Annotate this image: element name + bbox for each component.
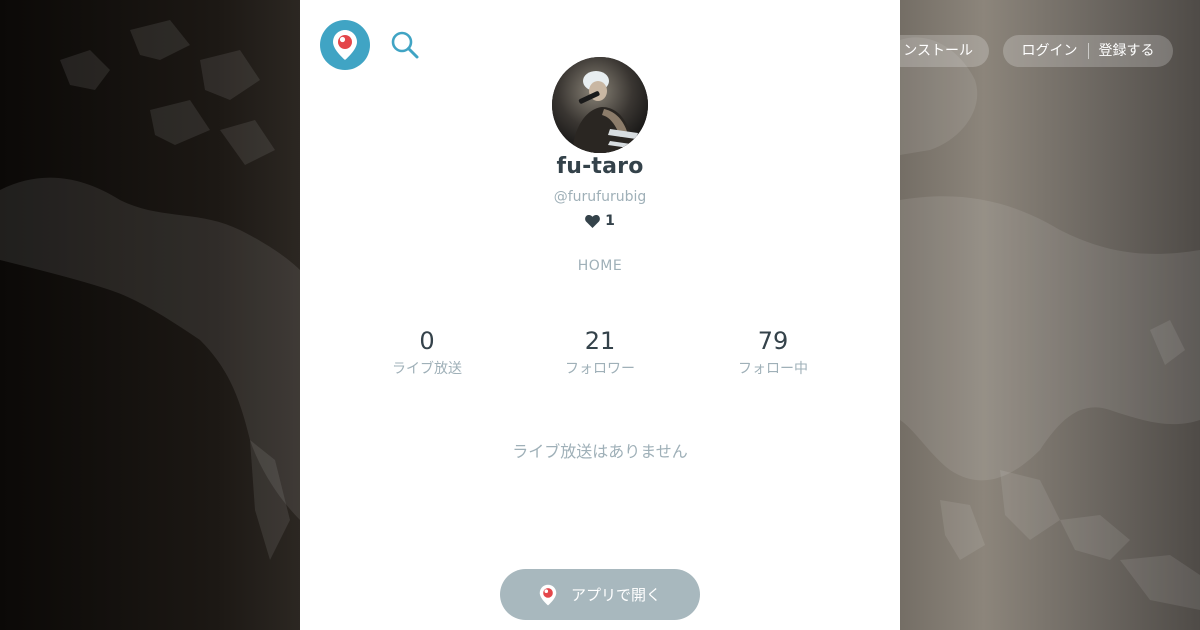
no-broadcasts-message: ライブ放送はありません (512, 442, 688, 461)
username: @furufurubig (553, 189, 647, 205)
periscope-logo-icon[interactable] (320, 20, 370, 70)
stat-label: フォロー中 (738, 361, 808, 377)
login-button[interactable]: ログイン (1022, 35, 1078, 67)
stat-value: 21 (584, 327, 616, 355)
profile-panel: fu-taro @furufurubig 1 HOME 0 ライブ放送 21 フ… (300, 0, 900, 630)
periscope-pin-icon (539, 584, 557, 605)
install-app-label: ンストール (903, 43, 973, 59)
stat-broadcasts[interactable]: 0 ライブ放送 (367, 326, 487, 378)
hearts-count: 1 (300, 213, 900, 229)
home-link-label[interactable]: HOME (578, 258, 622, 274)
home-link: HOME (300, 255, 900, 274)
hearts-value: 1 (605, 213, 615, 229)
heart-icon (585, 214, 600, 228)
auth-divider (1087, 43, 1089, 59)
search-icon[interactable] (390, 30, 420, 60)
stat-value: 0 (419, 327, 435, 355)
stat-value: 79 (757, 327, 789, 355)
open-in-app-button[interactable]: アプリで開く (500, 569, 700, 620)
auth-buttons: ログイン 登録する (1003, 35, 1173, 67)
register-button[interactable]: 登録する (1099, 35, 1155, 67)
stat-label: フォロワー (565, 361, 635, 377)
avatar (552, 57, 648, 153)
stat-label: ライブ放送 (392, 361, 462, 377)
stat-following[interactable]: 79 フォロー中 (713, 326, 833, 378)
stat-followers[interactable]: 21 フォロワー (540, 326, 660, 378)
display-name: fu-taro (556, 154, 644, 179)
open-in-app-label: アプリで開く (570, 586, 661, 604)
